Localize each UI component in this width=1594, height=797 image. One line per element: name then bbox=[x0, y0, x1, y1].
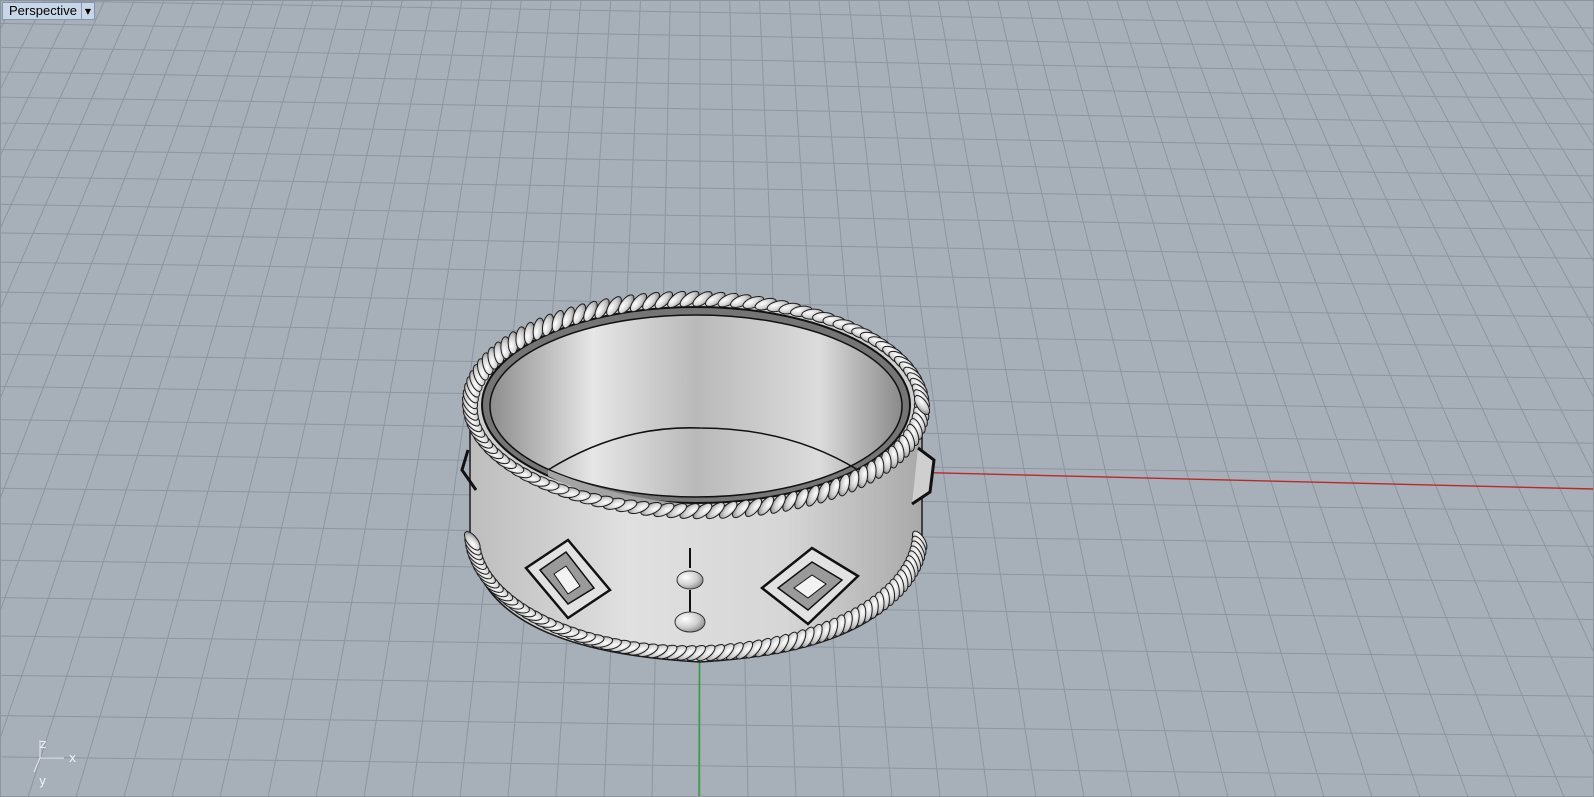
grid-line bbox=[0, 232, 1594, 260]
grid-line bbox=[997, 0, 1181, 797]
grid-line bbox=[1205, 0, 1517, 797]
grid-line bbox=[1235, 0, 1565, 797]
grid-line bbox=[0, 0, 1594, 29]
grid-line bbox=[1086, 0, 1325, 797]
grid-line bbox=[171, 0, 374, 797]
viewport-title[interactable]: Perspective bbox=[3, 3, 81, 19]
grid-line bbox=[0, 261, 1594, 288]
grid-line bbox=[0, 0, 136, 311]
grid-line bbox=[1503, 0, 1594, 148]
grid-line bbox=[1354, 0, 1594, 477]
grid-line bbox=[937, 0, 1085, 797]
axis-indicator: z x y bbox=[33, 737, 76, 788]
axis-label-y: y bbox=[39, 774, 46, 788]
grid-line bbox=[0, 0, 16, 31]
axis-label-z: z bbox=[40, 737, 46, 751]
grid-line bbox=[1026, 0, 1229, 797]
grid-line bbox=[1562, 0, 1594, 48]
grid-line bbox=[1532, 0, 1594, 96]
grid-line bbox=[0, 674, 1594, 697]
grid-line bbox=[1324, 0, 1594, 561]
viewport-title-tab[interactable]: Perspective ▼ bbox=[2, 2, 95, 20]
grid-line bbox=[0, 176, 1594, 204]
grid-line bbox=[1145, 0, 1421, 797]
grid-line bbox=[1056, 0, 1277, 797]
axis-label-x: x bbox=[69, 751, 76, 765]
triangle-down-icon[interactable]: ▼ bbox=[80, 3, 94, 19]
grid-line bbox=[0, 96, 1594, 125]
grid-line bbox=[267, 0, 433, 797]
grid-line bbox=[1413, 0, 1594, 329]
viewport-canvas[interactable]: z x y bbox=[0, 0, 1594, 797]
grid-line bbox=[1384, 0, 1594, 400]
grid-line bbox=[0, 22, 1594, 52]
grid-line bbox=[0, 46, 1594, 76]
grid-line bbox=[0, 148, 1594, 177]
viewport-perspective[interactable]: z x y Perspective ▼ bbox=[0, 0, 1594, 797]
grid-line bbox=[0, 0, 46, 92]
grid-line bbox=[219, 0, 403, 797]
grid-line bbox=[0, 715, 1594, 737]
grid-line bbox=[1443, 0, 1594, 264]
grid-line bbox=[967, 0, 1133, 797]
grid-line bbox=[1473, 0, 1594, 204]
ring-model[interactable] bbox=[460, 288, 936, 663]
grid-line bbox=[0, 0, 76, 158]
grid-line bbox=[0, 122, 1594, 151]
grid-line bbox=[315, 0, 463, 797]
grid-line bbox=[0, 0, 106, 231]
grid-line bbox=[0, 203, 1594, 231]
grid-line bbox=[0, 71, 1594, 100]
grid-line bbox=[0, 756, 1594, 778]
